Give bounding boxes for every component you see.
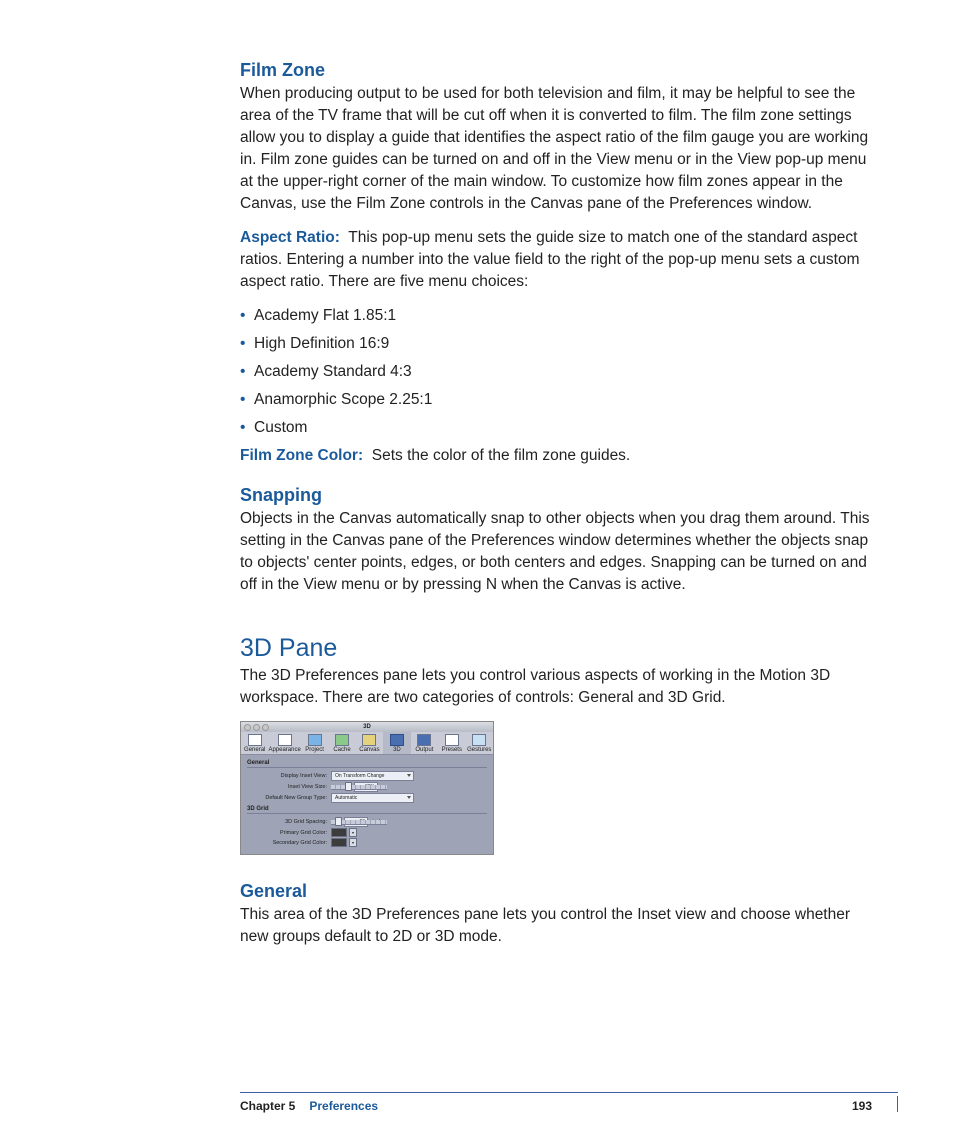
prefs-section-general: General [247, 760, 487, 766]
prefs-window-title: 3D [363, 724, 371, 730]
para-film-zone: When producing output to be used for bot… [240, 83, 874, 215]
page-footer: Chapter 5 Preferences 193 [0, 1099, 954, 1113]
prefs-toolbar: General Appearance Project Cache Canvas … [241, 732, 493, 755]
text-film-zone-color: Sets the color of the film zone guides. [372, 447, 630, 464]
footer-rule [240, 1092, 898, 1093]
swatch-secondary-color[interactable] [331, 838, 347, 847]
slider-grid-spacing[interactable] [331, 818, 342, 827]
row-default-group: Default New Group Type: Automatic [247, 793, 487, 803]
heading-3d-pane: 3D Pane [240, 634, 874, 663]
row-display-inset-view: Display Inset View: On Transform Change [247, 771, 487, 781]
para-aspect-ratio: Aspect Ratio: This pop-up menu sets the … [240, 227, 874, 293]
slider-inset-view-size[interactable] [331, 783, 352, 792]
para-general: This area of the 3D Preferences pane let… [240, 904, 874, 948]
footer-chapter: Chapter 5 [240, 1099, 295, 1113]
dropdown-display-inset-view[interactable]: On Transform Change [331, 771, 414, 781]
tab-3d[interactable]: 3D [383, 732, 410, 754]
swatch-primary-color[interactable] [331, 828, 347, 837]
tab-project[interactable]: Project [301, 732, 328, 754]
heading-film-zone: Film Zone [240, 60, 874, 81]
para-3d-pane: The 3D Preferences pane lets you control… [240, 665, 874, 709]
heading-snapping: Snapping [240, 485, 874, 506]
prefs-titlebar: 3D [241, 722, 493, 732]
dropdown-default-group[interactable]: Automatic [331, 793, 414, 803]
tab-gestures[interactable]: Gestures [466, 732, 493, 754]
term-film-zone-color: Film Zone Color: [240, 447, 363, 464]
list-item: Anamorphic Scope 2.25:1 [254, 389, 874, 411]
prefs-section-3d-grid: 3D Grid [247, 806, 487, 812]
list-item: Academy Standard 4:3 [254, 361, 874, 383]
para-snapping: Objects in the Canvas automatically snap… [240, 508, 874, 596]
list-item: Academy Flat 1.85:1 [254, 305, 874, 327]
tab-canvas[interactable]: Canvas [356, 732, 383, 754]
aspect-ratio-list: Academy Flat 1.85:1 High Definition 16:9… [240, 305, 874, 439]
tab-appearance[interactable]: Appearance [268, 732, 300, 754]
term-aspect-ratio: Aspect Ratio: [240, 229, 340, 246]
tab-general[interactable]: General [241, 732, 268, 754]
para-film-zone-color: Film Zone Color: Sets the color of the f… [240, 445, 874, 467]
caret-primary-color[interactable]: ▾ [349, 828, 357, 837]
caret-secondary-color[interactable]: ▾ [349, 838, 357, 847]
prefs-body: General Display Inset View: On Transform… [241, 755, 493, 854]
footer-title: Preferences [309, 1099, 378, 1113]
tab-cache[interactable]: Cache [328, 732, 355, 754]
traffic-light-icons [244, 724, 269, 731]
row-secondary-color: Secondary Grid Color: ▾ [247, 838, 487, 847]
tab-presets[interactable]: Presets [438, 732, 465, 754]
list-item: Custom [254, 417, 874, 439]
tab-output[interactable]: Output [411, 732, 438, 754]
row-primary-color: Primary Grid Color: ▾ [247, 828, 487, 837]
row-inset-view-size: Inset View Size: 30% [247, 782, 487, 792]
heading-general: General [240, 881, 874, 902]
list-item: High Definition 16:9 [254, 333, 874, 355]
footer-page-number: 193 [852, 1099, 872, 1113]
prefs-window-illustration: 3D General Appearance Project Cache Canv… [240, 721, 494, 855]
row-grid-spacing: 3D Grid Spacing: 80 pixels [247, 817, 487, 827]
